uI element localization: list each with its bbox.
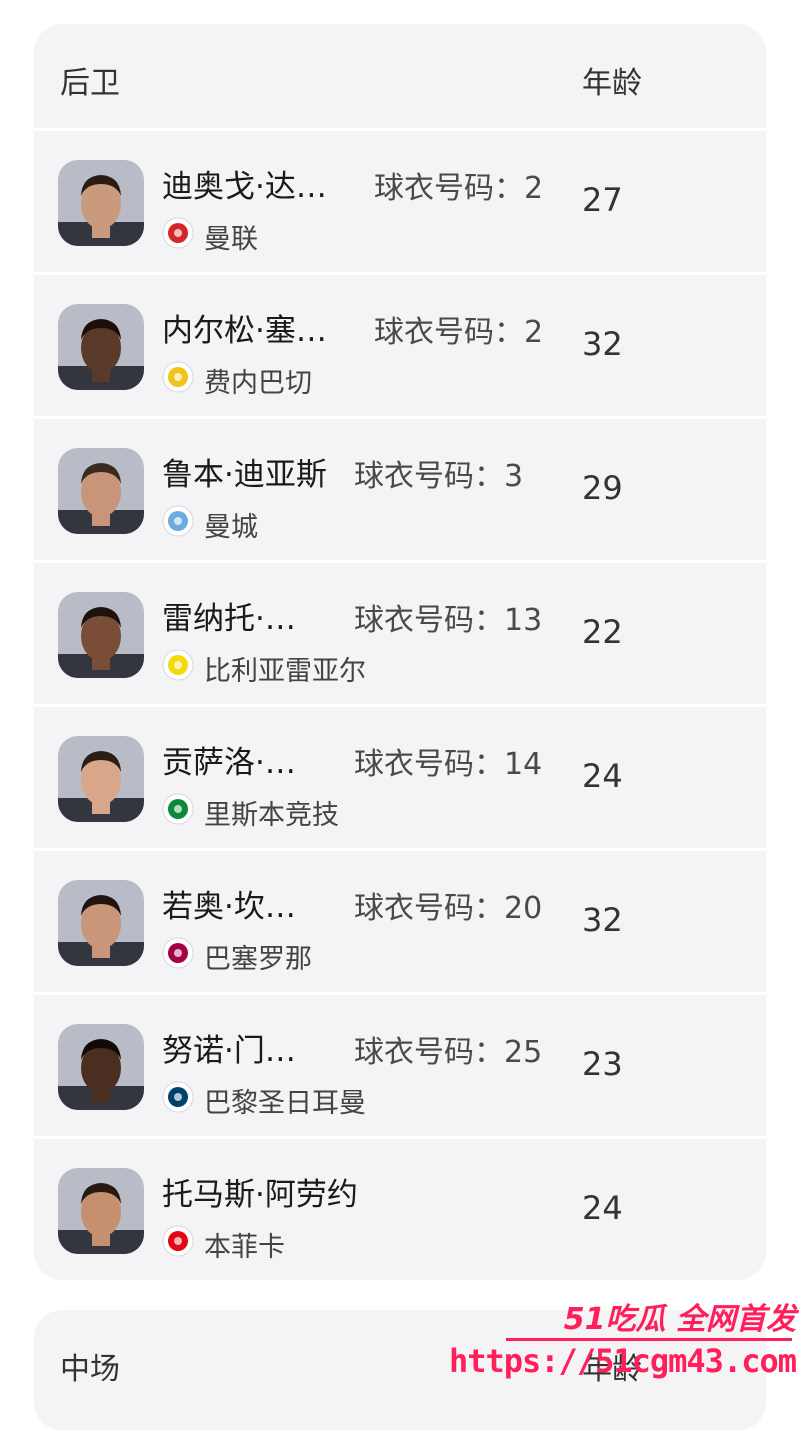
jersey-number: 球衣号码：13 bbox=[354, 603, 543, 638]
jersey-number: 球衣号码：2 bbox=[374, 171, 544, 206]
club-name: 费内巴切 bbox=[204, 368, 312, 399]
club-name: 里斯本竞技 bbox=[204, 800, 339, 831]
club-badge-icon bbox=[162, 1225, 194, 1257]
section-title: 中场 bbox=[60, 1352, 120, 1387]
club-badge-icon bbox=[162, 937, 194, 969]
player-age: 22 bbox=[582, 613, 623, 651]
player-list: 迪奥戈·达… 球衣号码：2 曼联 27 内尔松·塞… 球衣号码：2 费内巴切 32 鲁本·迪亚斯… bbox=[34, 128, 766, 1280]
club-name: 曼联 bbox=[204, 224, 258, 255]
club-badge-icon bbox=[162, 505, 194, 537]
player-name: 雷纳托·… bbox=[162, 601, 296, 637]
club-name: 比利亚雷亚尔 bbox=[204, 656, 366, 687]
jersey-number: 球衣号码：2 bbox=[374, 315, 544, 350]
player-age: 32 bbox=[582, 325, 623, 363]
club-badge-icon bbox=[162, 1081, 194, 1113]
defenders-card: 后卫 年龄 迪奥戈·达… 球衣号码：2 曼联 27 内尔松·塞… 球衣号码：2 费内巴切 32… bbox=[34, 24, 766, 1280]
player-avatar bbox=[58, 1024, 144, 1110]
club-badge-icon bbox=[162, 217, 194, 249]
player-row[interactable]: 鲁本·迪亚斯 球衣号码：3 曼城 29 bbox=[34, 416, 766, 556]
player-name: 鲁本·迪亚斯 bbox=[162, 457, 327, 493]
jersey-number: 球衣号码：3 bbox=[354, 459, 524, 494]
player-name: 贡萨洛·… bbox=[162, 745, 296, 781]
player-name: 努诺·门… bbox=[162, 1033, 296, 1069]
player-avatar bbox=[58, 880, 144, 966]
club-badge-icon bbox=[162, 649, 194, 681]
player-avatar bbox=[58, 304, 144, 390]
player-avatar bbox=[58, 448, 144, 534]
defenders-header: 后卫 年龄 bbox=[34, 24, 766, 124]
player-avatar bbox=[58, 592, 144, 678]
club-badge-icon bbox=[162, 361, 194, 393]
player-row[interactable]: 努诺·门… 球衣号码：25 巴黎圣日耳曼 23 bbox=[34, 992, 766, 1132]
player-age: 27 bbox=[582, 181, 623, 219]
player-name: 托马斯·阿劳约 bbox=[162, 1177, 358, 1213]
player-row[interactable]: 迪奥戈·达… 球衣号码：2 曼联 27 bbox=[34, 128, 766, 268]
midfield-card: 中场 年龄 bbox=[34, 1310, 766, 1430]
club-name: 巴塞罗那 bbox=[204, 944, 312, 975]
player-age: 32 bbox=[582, 901, 623, 939]
player-name: 内尔松·塞… bbox=[162, 313, 327, 349]
player-avatar bbox=[58, 736, 144, 822]
player-row[interactable]: 托马斯·阿劳约本菲卡 24 bbox=[34, 1136, 766, 1276]
jersey-number: 球衣号码：25 bbox=[354, 1035, 543, 1070]
player-row[interactable]: 雷纳托·… 球衣号码：13 比利亚雷亚尔 22 bbox=[34, 560, 766, 700]
jersey-number: 球衣号码：20 bbox=[354, 891, 543, 926]
player-avatar bbox=[58, 160, 144, 246]
player-age: 24 bbox=[582, 757, 623, 795]
club-name: 曼城 bbox=[204, 512, 258, 543]
club-badge-icon bbox=[162, 793, 194, 825]
section-title: 后卫 bbox=[60, 66, 120, 101]
player-age: 24 bbox=[582, 1189, 623, 1227]
player-age: 23 bbox=[582, 1045, 623, 1083]
player-name: 迪奥戈·达… bbox=[162, 169, 327, 205]
player-avatar bbox=[58, 1168, 144, 1254]
age-column-header: 年龄 bbox=[582, 66, 642, 101]
club-name: 巴黎圣日耳曼 bbox=[204, 1088, 366, 1119]
player-row[interactable]: 贡萨洛·… 球衣号码：14 里斯本竞技 24 bbox=[34, 704, 766, 844]
age-column-header: 年龄 bbox=[582, 1352, 642, 1387]
jersey-number: 球衣号码：14 bbox=[354, 747, 543, 782]
club-name: 本菲卡 bbox=[204, 1232, 285, 1263]
player-row[interactable]: 若奥·坎… 球衣号码：20 巴塞罗那 32 bbox=[34, 848, 766, 988]
player-age: 29 bbox=[582, 469, 623, 507]
midfield-header: 中场 年龄 bbox=[34, 1310, 766, 1410]
player-name: 若奥·坎… bbox=[162, 889, 296, 925]
player-row[interactable]: 内尔松·塞… 球衣号码：2 费内巴切 32 bbox=[34, 272, 766, 412]
